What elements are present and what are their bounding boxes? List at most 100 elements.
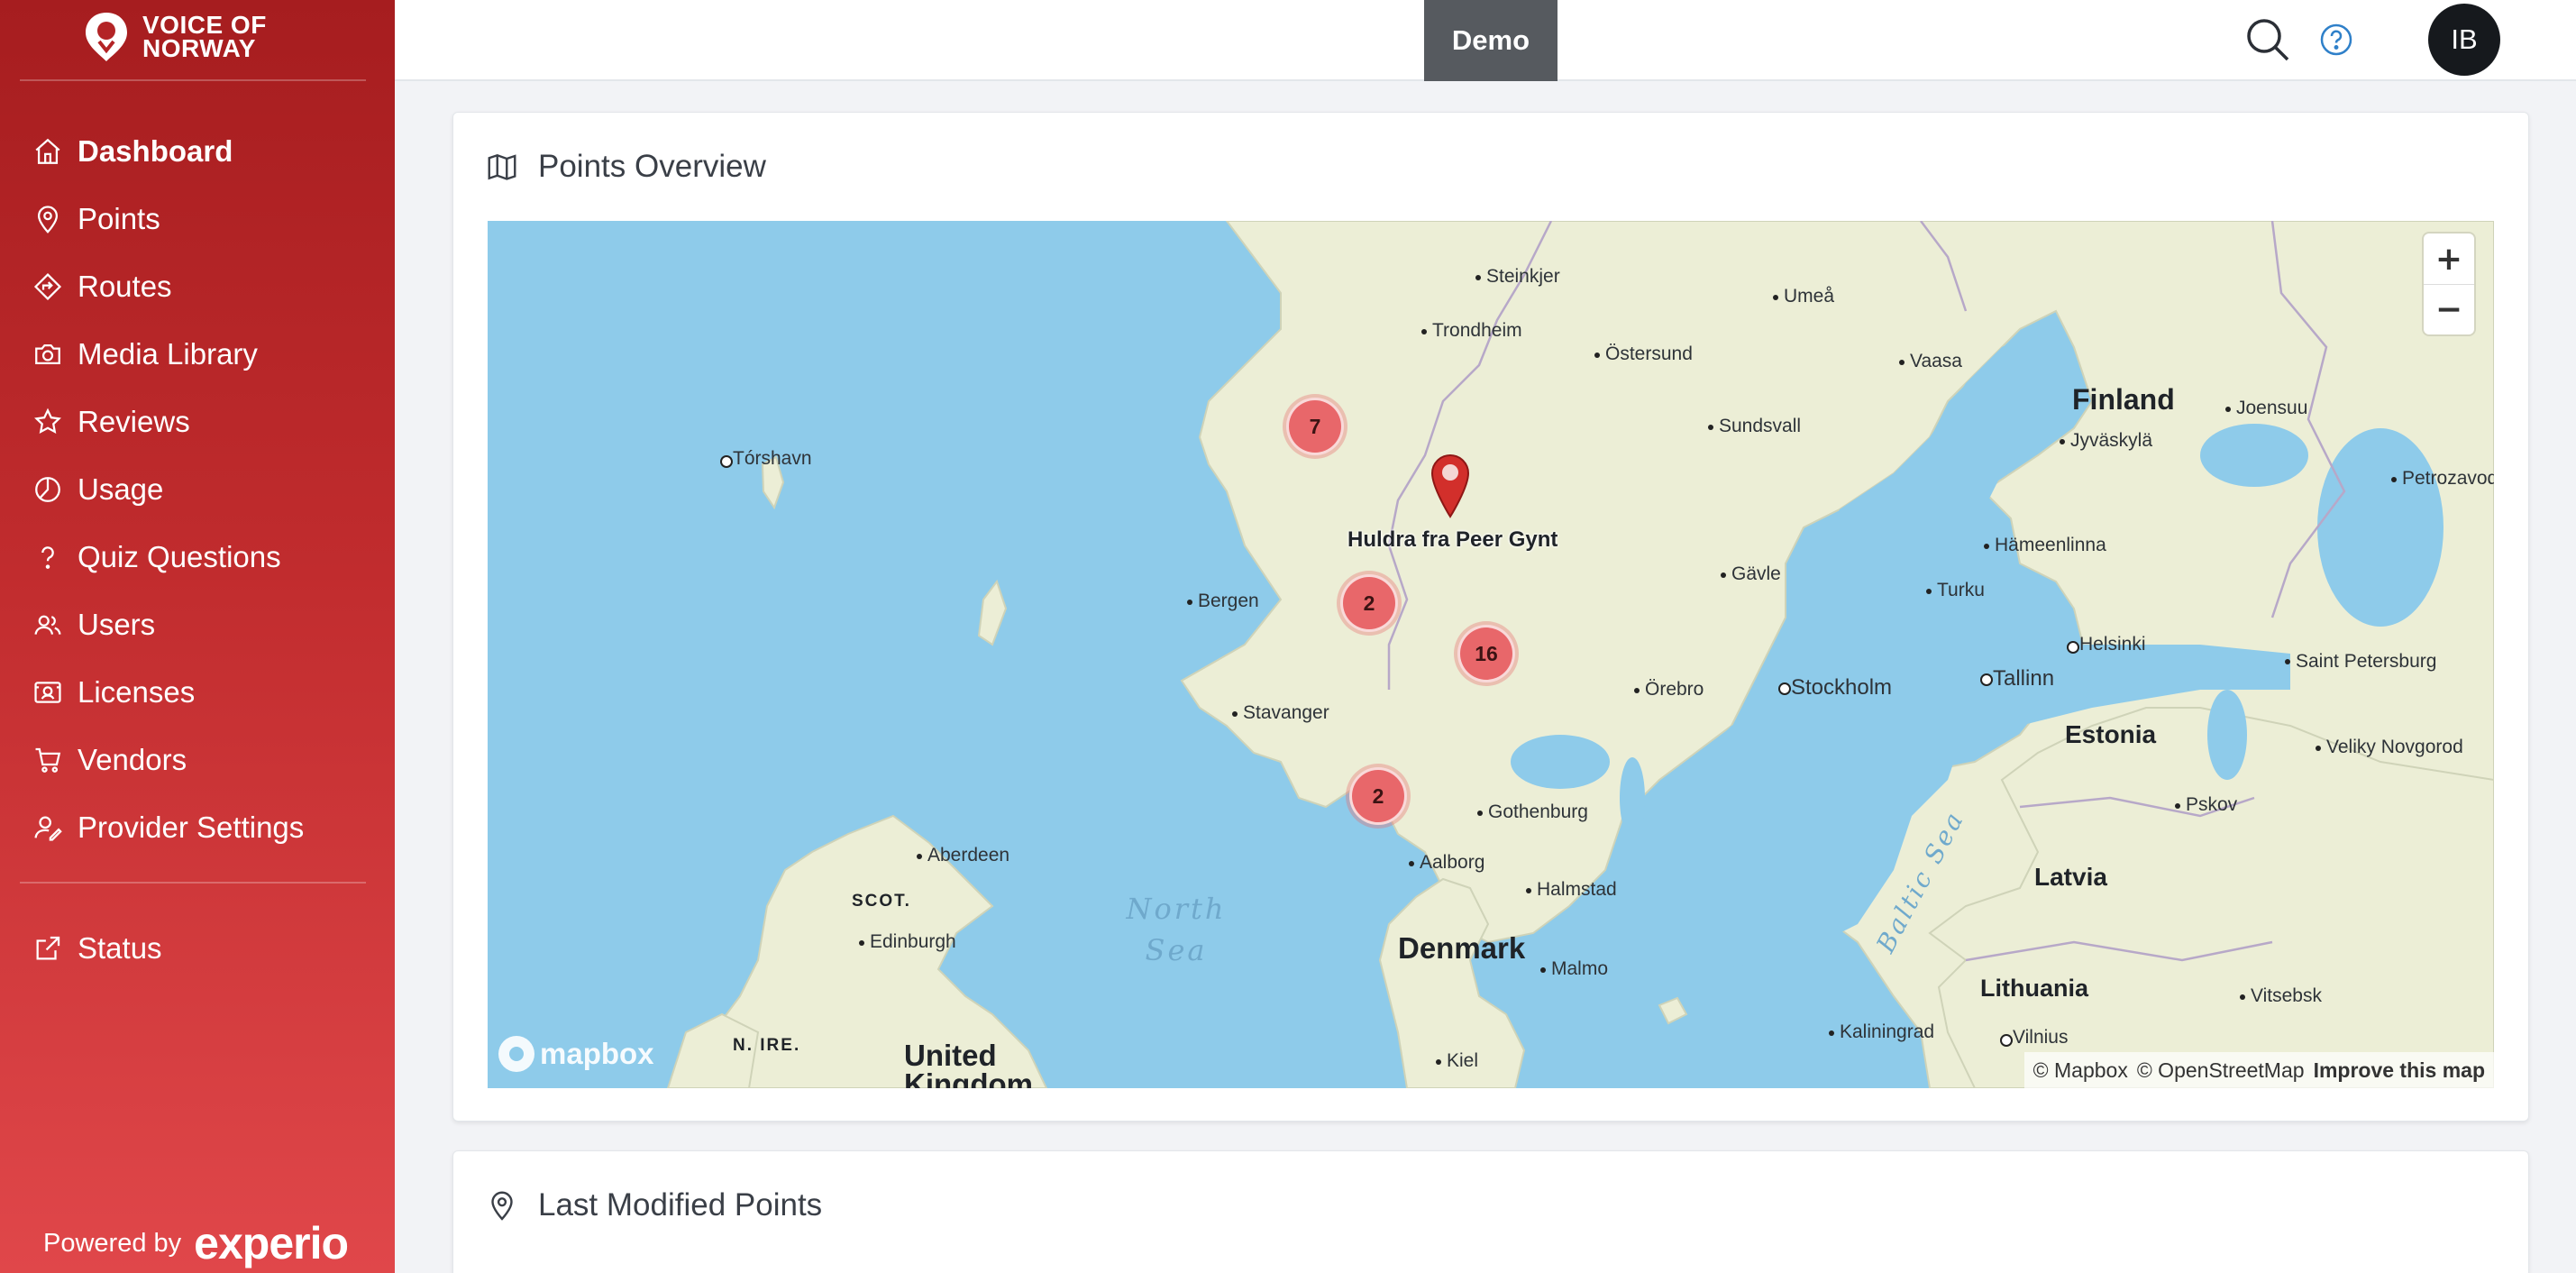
sidebar-item-dashboard[interactable]: Dashboard <box>0 117 395 185</box>
user-avatar[interactable]: IB <box>2428 4 2500 76</box>
city-label: Edinburgh <box>859 931 956 952</box>
zoom-in-button[interactable]: + <box>2424 234 2474 284</box>
sidebar-item-points[interactable]: Points <box>0 185 395 252</box>
map-cluster[interactable]: 16 <box>1457 625 1515 682</box>
map-marker-icon[interactable] <box>1430 453 1471 518</box>
divider <box>20 882 366 884</box>
home-icon <box>35 138 60 164</box>
sidebar-item-usage[interactable]: Usage <box>0 455 395 523</box>
map-pin-icon <box>37 205 59 234</box>
sidebar-item-users[interactable]: Users <box>0 591 395 658</box>
country-label: Latvia <box>2034 863 2107 891</box>
city-label: Vilnius <box>1999 1027 2069 1048</box>
brand-logo[interactable]: VOICE OF NORWAY <box>79 9 267 65</box>
map-attribution: © Mapbox © OpenStreetMap Improve this ma… <box>2023 1052 2494 1088</box>
divider <box>20 79 366 81</box>
map-pin-icon <box>491 1191 513 1221</box>
mapbox-attribution-link[interactable]: © Mapbox <box>2033 1058 2128 1083</box>
city-label: Umeå <box>1772 286 1835 307</box>
topbar: Demo IB <box>395 0 2576 81</box>
map-cluster[interactable]: 2 <box>1340 574 1398 632</box>
lake-ladoga <box>2317 428 2444 627</box>
sidebar-item-label: Provider Settings <box>78 810 305 844</box>
sidebar-item-licenses[interactable]: Licenses <box>0 658 395 726</box>
city-label: Halmstad <box>1526 879 1617 900</box>
star-icon <box>34 408 61 434</box>
sidebar-item-reviews[interactable]: Reviews <box>0 388 395 455</box>
license-icon <box>34 681 61 703</box>
city-label: Trondheim <box>1421 320 1522 341</box>
city-label: Joensuu <box>2224 398 2308 418</box>
card-title: Points Overview <box>538 149 766 184</box>
cart-icon <box>35 747 61 773</box>
external-link-icon <box>36 936 60 959</box>
marker-label: Huldra fra Peer Gynt <box>1347 527 1558 552</box>
city-label: Turku <box>1926 580 1985 600</box>
camera-icon <box>35 343 60 364</box>
country-label: United Kingdom <box>904 1039 1033 1088</box>
environment-badge[interactable]: Demo <box>1424 0 1557 81</box>
brand-name: VOICE OF NORWAY <box>142 13 267 62</box>
last-modified-points-card: Last Modified Points <box>452 1150 2529 1273</box>
city-label: Vitsebsk <box>2240 985 2322 1006</box>
mapbox-logo-text: mapbox <box>540 1037 654 1070</box>
sidebar-item-quiz-questions[interactable]: Quiz Questions <box>0 523 395 591</box>
map-canvas[interactable]: Steinkjer Trondheim Umeå Östersund Vaasa… <box>488 221 2494 1088</box>
city-label: Örebro <box>1633 679 1704 700</box>
sidebar-item-label: Dashboard <box>78 133 233 168</box>
map-icon <box>488 153 516 180</box>
sidebar-item-status[interactable]: Status <box>0 914 395 982</box>
help-icon[interactable] <box>2318 22 2354 58</box>
map-cluster[interactable]: 2 <box>1349 767 1407 825</box>
city-label: Veliky Novgorod <box>2316 737 2463 757</box>
brand-name-line2: NORWAY <box>142 34 256 62</box>
user-settings-icon <box>34 816 62 841</box>
city-label: Aberdeen <box>916 845 1010 865</box>
card-header: Points Overview <box>486 149 766 185</box>
search-icon[interactable] <box>2243 14 2293 65</box>
city-label: Gävle <box>1721 563 1781 584</box>
city-label: Tórshavn <box>720 448 812 469</box>
city-label: Malmo <box>1539 958 1609 979</box>
sidebar-item-label: Media Library <box>78 336 258 371</box>
land-shetland <box>977 579 1008 646</box>
city-label: Steinkjer <box>1475 266 1560 287</box>
pie-chart-icon <box>35 476 60 502</box>
users-icon <box>34 615 61 635</box>
city-label: Aalborg <box>1408 852 1485 873</box>
sidebar-item-label: Points <box>78 201 160 235</box>
sidebar-item-label: Routes <box>78 269 172 303</box>
lake-vanern <box>1511 735 1610 789</box>
country-label: Finland <box>2072 383 2175 416</box>
sidebar-item-label: Usage <box>78 472 164 506</box>
map-cluster[interactable]: 7 <box>1286 398 1344 455</box>
city-label: Saint Petersburg <box>2285 650 2440 673</box>
sidebar-item-vendors[interactable]: Vendors <box>0 726 395 793</box>
sidebar-item-label: Status <box>78 930 162 965</box>
sidebar-item-routes[interactable]: Routes <box>0 252 395 320</box>
city-label: Stavanger <box>1232 702 1329 723</box>
mapbox-logo[interactable]: mapbox <box>498 1036 654 1072</box>
sidebar-item-media-library[interactable]: Media Library <box>0 320 395 388</box>
sidebar-nav: Dashboard Points Routes Media Library Re… <box>0 117 395 861</box>
city-label: Jyväskylä <box>2059 430 2153 451</box>
improve-map-link[interactable]: Improve this map <box>2314 1058 2485 1083</box>
lake-saimaa <box>2200 424 2308 487</box>
sidebar-item-provider-settings[interactable]: Provider Settings <box>0 793 395 861</box>
city-label: Pskov <box>2174 794 2238 815</box>
zoom-controls: + − <box>2424 234 2474 334</box>
country-label: Estonia <box>2065 720 2157 748</box>
sidebar-item-label: Licenses <box>78 674 196 709</box>
points-overview-card: Points Overview Steinkjer Trondheim Umeå… <box>452 112 2529 1122</box>
sidebar: VOICE OF NORWAY Dashboard Points Routes … <box>0 0 395 1273</box>
question-icon <box>41 545 54 569</box>
powered-by[interactable]: Powered by experio <box>43 1217 349 1269</box>
country-label: Lithuania <box>1980 975 2088 1002</box>
route-icon <box>33 272 62 300</box>
sidebar-item-label: Vendors <box>78 742 187 776</box>
card-header: Last Modified Points <box>486 1187 822 1223</box>
zoom-out-button[interactable]: − <box>2424 284 2474 334</box>
city-label: Bergen <box>1187 591 1259 611</box>
osm-attribution-link[interactable]: © OpenStreetMap <box>2137 1058 2305 1083</box>
city-label: Tallinn <box>1979 666 2055 691</box>
